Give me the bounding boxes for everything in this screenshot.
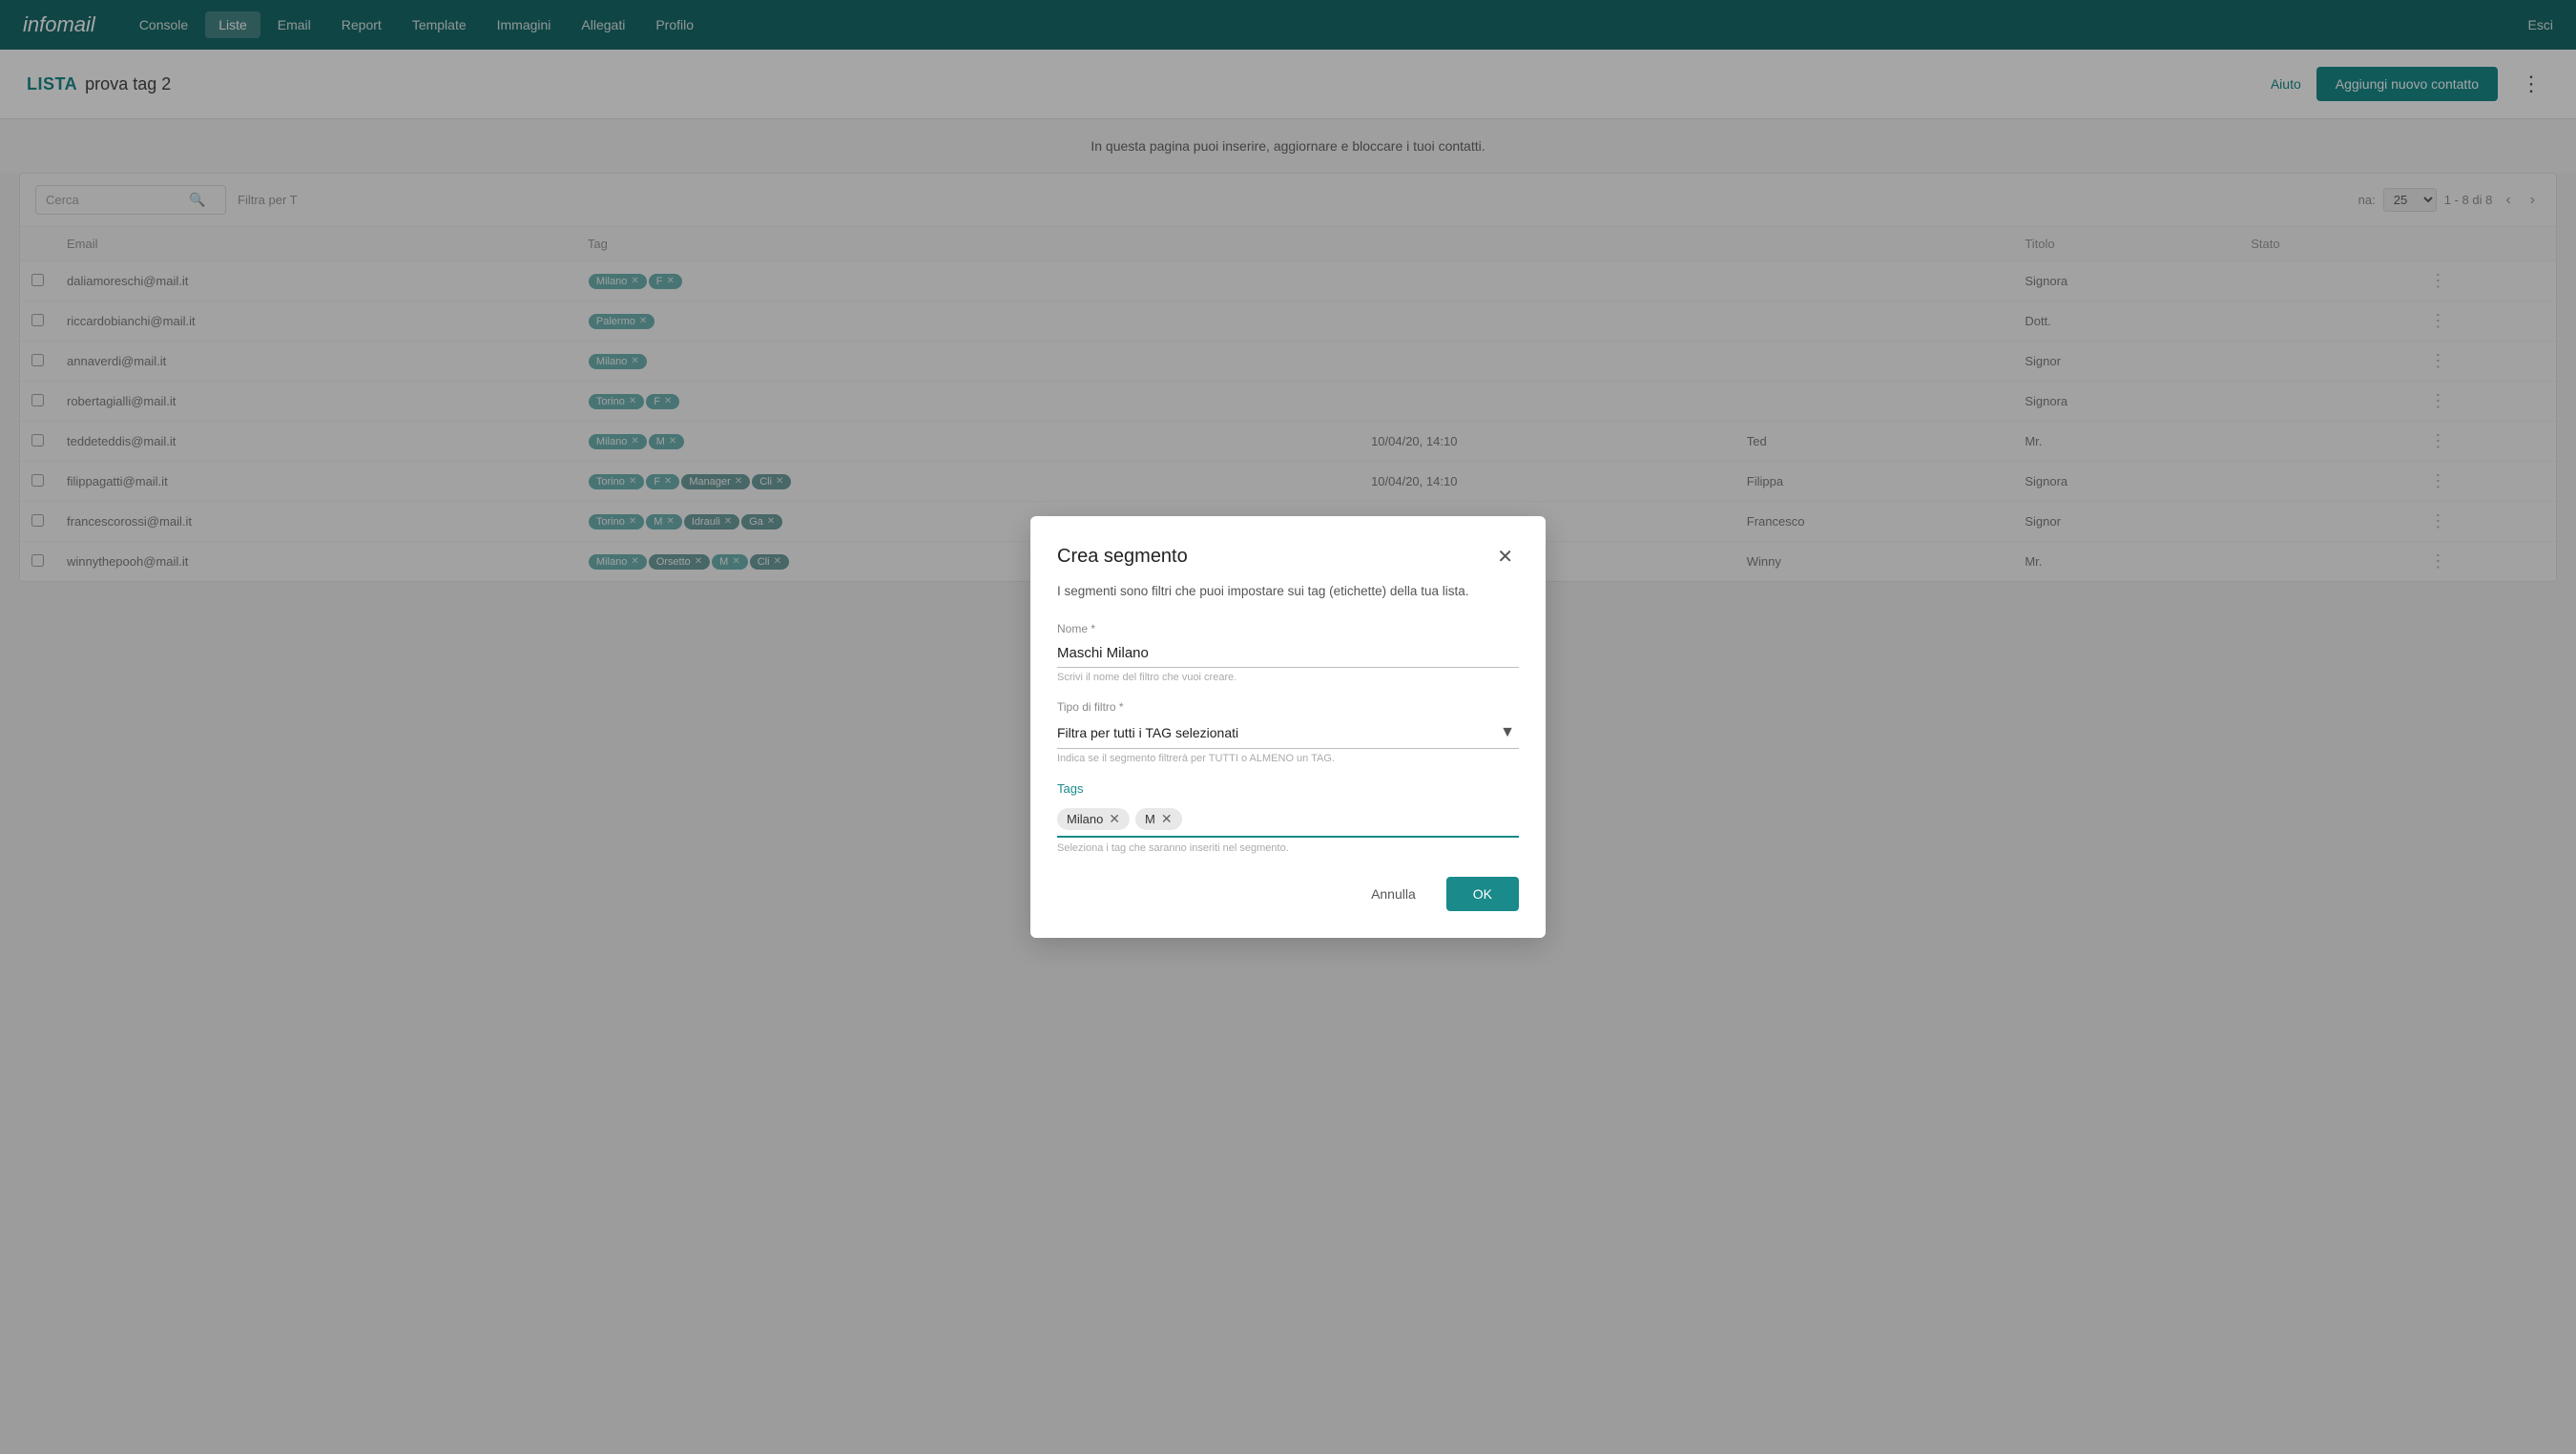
tags-input-area[interactable]: Milano✕M✕ xyxy=(1057,803,1519,838)
tag-pill: M✕ xyxy=(1135,808,1182,830)
modal-close-button[interactable]: ✕ xyxy=(1491,543,1519,571)
filter-type-select[interactable]: Filtra per tutti i TAG selezionati Filtr… xyxy=(1057,717,1519,748)
modal-actions: Annulla OK xyxy=(1057,877,1519,911)
tag-pill-label: M xyxy=(1145,812,1155,826)
tags-label: Tags xyxy=(1057,781,1519,796)
name-form-group: Nome * Scrivi il nome del filtro che vuo… xyxy=(1057,622,1519,683)
name-hint: Scrivi il nome del filtro che vuoi crear… xyxy=(1057,672,1519,683)
filter-type-select-wrapper: Filtra per tutti i TAG selezionati Filtr… xyxy=(1057,717,1519,749)
modal-title: Crea segmento xyxy=(1057,546,1188,568)
tags-form-group: Tags Milano✕M✕ Seleziona i tag che saran… xyxy=(1057,781,1519,854)
tags-hint: Seleziona i tag che saranno inseriti nel… xyxy=(1057,842,1519,854)
cancel-button[interactable]: Annulla xyxy=(1356,879,1431,909)
tag-remove-button[interactable]: ✕ xyxy=(1161,812,1173,825)
filter-type-label: Tipo di filtro * xyxy=(1057,700,1519,714)
filter-type-form-group: Tipo di filtro * Filtra per tutti i TAG … xyxy=(1057,700,1519,764)
tag-remove-button[interactable]: ✕ xyxy=(1109,812,1120,825)
segment-name-input[interactable] xyxy=(1057,639,1519,668)
tag-pill: Milano ✕ xyxy=(1057,808,1130,830)
filter-type-hint: Indica se il segmento filtrerà per TUTTI… xyxy=(1057,753,1519,764)
modal-overlay: Crea segmento ✕ I segmenti sono filtri c… xyxy=(0,0,2576,1454)
name-label: Nome * xyxy=(1057,622,1519,635)
modal-description: I segmenti sono filtri che puoi impostar… xyxy=(1057,582,1519,601)
ok-button[interactable]: OK xyxy=(1446,877,1519,911)
tag-pill-label: Milano xyxy=(1067,812,1103,826)
create-segment-modal: Crea segmento ✕ I segmenti sono filtri c… xyxy=(1030,516,1546,938)
modal-header: Crea segmento ✕ xyxy=(1057,543,1519,571)
